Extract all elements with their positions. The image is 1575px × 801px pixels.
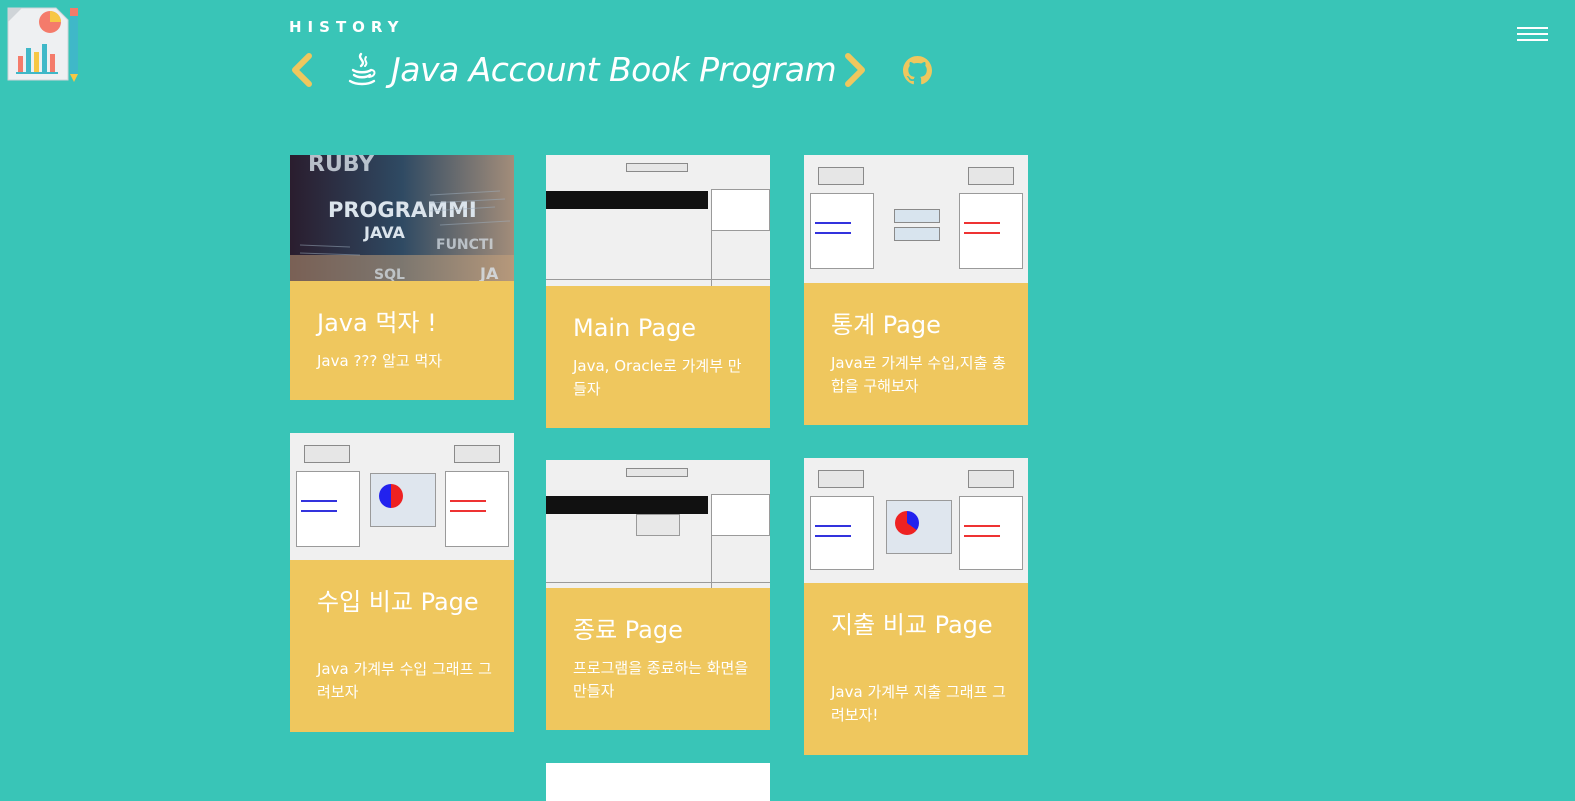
screenshot-element xyxy=(959,496,1023,570)
screenshot-element xyxy=(301,500,337,502)
screenshot-element xyxy=(711,494,712,588)
screenshot-element xyxy=(968,167,1014,185)
project-card-income-compare[interactable]: 수입 비교 Page Java 가계부 수입 그래프 그려보자 xyxy=(290,433,514,732)
screenshot-element xyxy=(818,167,864,185)
card-description: Java, Oracle로 가계부 만들자 xyxy=(573,357,742,398)
project-card-java[interactable]: RUBY PROGRAMMI JAVA FUNCTI SQL JA Java 먹… xyxy=(290,155,514,400)
menu-line xyxy=(1517,33,1548,35)
card-thumbnail xyxy=(804,458,1028,583)
screenshot-element xyxy=(370,473,436,527)
screenshot-element xyxy=(968,470,1014,488)
screenshot-element xyxy=(301,510,337,512)
prev-project-button[interactable] xyxy=(289,52,315,88)
screenshot-element xyxy=(815,525,851,527)
screenshot-element xyxy=(810,193,874,269)
next-project-button[interactable] xyxy=(842,52,868,88)
screenshot-element xyxy=(546,496,708,514)
screenshot-element xyxy=(445,471,509,547)
screenshot-element xyxy=(636,514,680,536)
chevron-left-icon xyxy=(292,53,312,87)
card-thumbnail xyxy=(290,433,514,560)
card-info: Main Page Java, Oracle로 가계부 만들자 xyxy=(546,286,770,428)
svg-text:RUBY: RUBY xyxy=(308,155,375,177)
screenshot-element xyxy=(711,189,770,231)
card-description: Java 가계부 지출 그래프 그려보자! xyxy=(831,683,1006,724)
card-info: 지출 비교 Page Java 가계부 지출 그래프 그려보자! xyxy=(804,583,1028,755)
section-label: HISTORY xyxy=(289,18,405,36)
card-thumbnail xyxy=(546,460,770,588)
site-logo[interactable] xyxy=(4,4,84,84)
screenshot-element xyxy=(296,471,360,547)
github-icon xyxy=(903,56,932,85)
menu-line xyxy=(1517,27,1548,29)
programming-banner-image: RUBY PROGRAMMI JAVA FUNCTI SQL JA xyxy=(290,155,514,281)
card-thumbnail xyxy=(804,155,1028,283)
card-info: Java 먹자 ! Java ??? 알고 먹자 xyxy=(290,281,514,400)
screenshot-element xyxy=(450,500,486,502)
title-row: Java Account Book Program xyxy=(289,46,989,94)
github-link[interactable] xyxy=(903,56,932,85)
card-info: 통계 Page Java로 가계부 수입,지출 총합을 구해보자 xyxy=(804,283,1028,425)
project-card-stats-page[interactable]: 통계 Page Java로 가계부 수입,지출 총합을 구해보자 xyxy=(804,155,1028,425)
screenshot-element xyxy=(964,222,1000,224)
screenshot-element xyxy=(454,445,500,463)
svg-text:JAVA: JAVA xyxy=(363,223,406,242)
screenshot-element xyxy=(964,232,1000,234)
card-thumbnail: RUBY PROGRAMMI JAVA FUNCTI SQL JA xyxy=(290,155,514,281)
screenshot-element xyxy=(818,470,864,488)
card-info: 수입 비교 Page Java 가계부 수입 그래프 그려보자 xyxy=(290,560,514,732)
card-title: 종료 Page xyxy=(573,616,683,644)
card-thumbnail xyxy=(546,155,770,286)
screenshot-element xyxy=(894,209,940,223)
report-chart-icon xyxy=(7,7,78,82)
java-icon xyxy=(347,52,377,86)
card-description: 프로그램을 종료하는 화면을 만들자 xyxy=(573,659,749,700)
card-title: 수입 비교 Page xyxy=(317,588,479,616)
chevron-right-icon xyxy=(845,53,865,87)
screenshot-element xyxy=(964,535,1000,537)
svg-text:JA: JA xyxy=(479,264,499,281)
card-description: Java 가계부 수입 그래프 그려보자 xyxy=(317,660,492,701)
project-card-partial[interactable] xyxy=(546,763,770,801)
card-title: 통계 Page xyxy=(831,311,941,339)
menu-line xyxy=(1517,39,1548,41)
screenshot-element xyxy=(815,535,851,537)
card-description: Java ??? 알고 먹자 xyxy=(317,352,443,370)
page-title: Java Account Book Program xyxy=(391,50,837,89)
svg-text:SQL: SQL xyxy=(374,267,405,281)
card-title: Java 먹자 ! xyxy=(317,309,437,337)
hamburger-menu-button[interactable] xyxy=(1517,25,1548,43)
screenshot-element xyxy=(304,445,350,463)
screenshot-element xyxy=(626,163,688,172)
screenshot-element xyxy=(546,279,770,280)
card-description: Java로 가계부 수입,지출 총합을 구해보자 xyxy=(831,354,1006,395)
card-title: 지출 비교 Page xyxy=(831,611,993,639)
screenshot-element xyxy=(711,189,712,286)
card-title: Main Page xyxy=(573,314,697,342)
screenshot-element xyxy=(815,232,851,234)
svg-text:FUNCTI: FUNCTI xyxy=(436,237,494,253)
project-card-main-page[interactable]: Main Page Java, Oracle로 가계부 만들자 xyxy=(546,155,770,428)
project-card-exit-page[interactable]: 종료 Page 프로그램을 종료하는 화면을 만들자 xyxy=(546,460,770,730)
pie-chart-icon xyxy=(379,484,403,508)
card-info: 종료 Page 프로그램을 종료하는 화면을 만들자 xyxy=(546,588,770,730)
screenshot-element xyxy=(810,496,874,570)
screenshot-element xyxy=(711,494,770,536)
screenshot-element xyxy=(626,468,688,477)
screenshot-element xyxy=(894,227,940,241)
project-card-expense-compare[interactable]: 지출 비교 Page Java 가계부 지출 그래프 그려보자! xyxy=(804,458,1028,755)
screenshot-element xyxy=(964,525,1000,527)
screenshot-element xyxy=(886,500,952,554)
pie-chart-icon xyxy=(895,511,919,535)
screenshot-element xyxy=(450,510,486,512)
screenshot-element xyxy=(546,582,770,583)
screenshot-element xyxy=(815,222,851,224)
screenshot-element xyxy=(546,191,708,209)
screenshot-element xyxy=(959,193,1023,269)
